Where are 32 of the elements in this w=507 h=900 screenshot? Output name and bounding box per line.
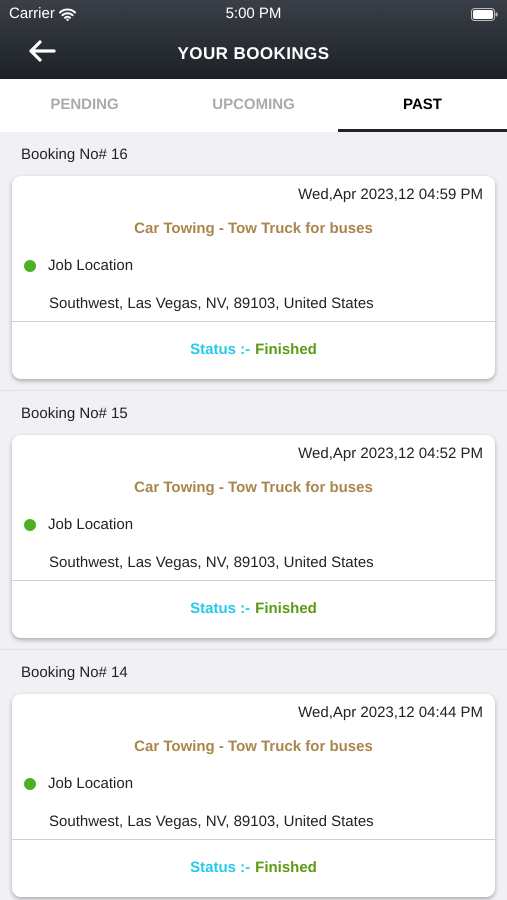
status-value: Finished <box>255 599 317 620</box>
booking-card[interactable]: Wed,Apr 2023,12 04:44 PM Car Towing - Tow Truck for buses Job Location Southwest, Las Vegas, NV, 89103, United States Status :- Finished <box>12 694 495 897</box>
back-button[interactable] <box>28 39 56 63</box>
back-arrow-icon <box>28 39 56 63</box>
status-value: Finished <box>255 340 317 360</box>
location-label: Job Location <box>48 256 134 276</box>
tab[interactable]: PAST <box>338 79 507 132</box>
status-value: Finished <box>255 858 317 878</box>
address-text: Southwest, Las Vegas, NV, 89103, United States <box>49 294 375 314</box>
status-time: 5:00 PM <box>226 4 282 24</box>
booking-card[interactable]: Wed,Apr 2023,12 04:52 PM Car Towing - Tow Truck for buses Job Location Southwest, Las Vegas, NV, 89103, United States Status :- Finished <box>12 434 495 638</box>
service-name: Car Towing - Tow Truck for buses <box>134 736 373 756</box>
service-name: Car Towing - Tow Truck for buses <box>134 218 373 238</box>
status-label: Status :- <box>190 599 250 620</box>
booking-number: Booking No# 16 <box>20 145 129 165</box>
location-label: Job Location <box>48 774 134 794</box>
status-label: Status :- <box>190 858 250 878</box>
booking-number: Booking No# 14 <box>20 663 129 683</box>
address-text: Southwest, Las Vegas, NV, 89103, United States <box>49 552 375 572</box>
booking-datetime: Wed,Apr 2023,12 04:59 PM <box>298 184 483 204</box>
booking-datetime: Wed,Apr 2023,12 04:52 PM <box>298 444 483 464</box>
service-name: Car Towing - Tow Truck for buses <box>134 478 373 498</box>
address-text: Southwest, Las Vegas, NV, 89103, United States <box>49 812 375 832</box>
page-title: YOUR BOOKINGS <box>178 42 330 65</box>
battery-icon <box>471 8 498 20</box>
carrier-label: Carrier <box>9 4 55 24</box>
status-label: Status :- <box>190 340 250 360</box>
booking-datetime: Wed,Apr 2023,12 04:44 PM <box>298 702 483 722</box>
location-label: Job Location <box>48 515 134 535</box>
booking-number: Booking No# 15 <box>20 404 129 424</box>
wifi-icon <box>58 8 76 20</box>
booking-card[interactable]: Wed,Apr 2023,12 04:59 PM Car Towing - Tow Truck for buses Job Location Southwest, Las Vegas, NV, 89103, United States Status :- Finished <box>12 176 495 379</box>
